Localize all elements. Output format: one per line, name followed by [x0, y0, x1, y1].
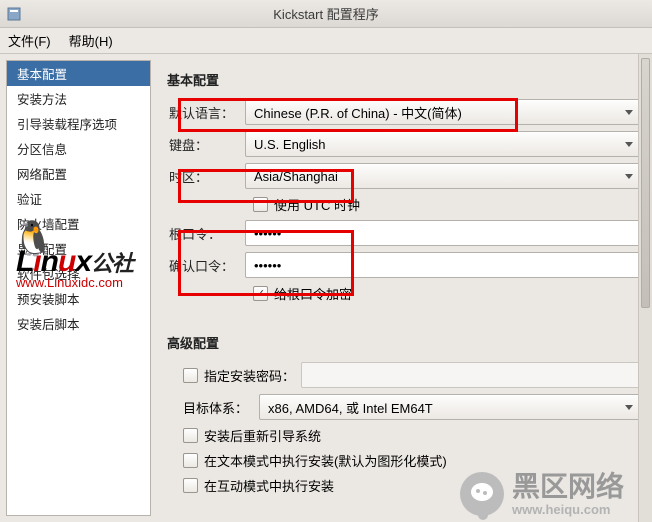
- textmode-checkbox[interactable]: [183, 453, 198, 468]
- sidebar-item-postinstall[interactable]: 安装后脚本: [7, 311, 150, 336]
- menu-file[interactable]: 文件(F): [8, 31, 51, 50]
- timezone-value: Asia/Shanghai: [254, 169, 338, 184]
- app-icon: [6, 6, 22, 22]
- chevron-down-icon: [625, 174, 633, 179]
- sidebar-item-partition[interactable]: 分区信息: [7, 136, 150, 161]
- target-arch-value: x86, AMD64, 或 Intel EM64T: [268, 398, 433, 417]
- keyboard-label: 键盘：: [163, 135, 245, 154]
- sidebar-item-firewall[interactable]: 防火墙配置: [7, 211, 150, 236]
- encrypt-label: 给根口令加密: [274, 284, 352, 303]
- rootpw-input[interactable]: [245, 220, 642, 246]
- sidebar-item-install-method[interactable]: 安装方法: [7, 86, 150, 111]
- checkbox-icon[interactable]: [253, 286, 268, 301]
- textmode-label: 在文本模式中执行安装(默认为图形化模式): [204, 451, 447, 470]
- rootpw-label: 根口令：: [163, 224, 245, 243]
- confirmpw-input[interactable]: [245, 252, 642, 278]
- default-language-label: 默认语言：: [163, 103, 245, 122]
- timezone-select[interactable]: Asia/Shanghai: [245, 163, 642, 189]
- default-language-select[interactable]: Chinese (P.R. of China) - 中文(简体): [245, 99, 642, 125]
- interactive-checkbox[interactable]: [183, 478, 198, 493]
- target-arch-label: 目标体系：: [183, 398, 253, 417]
- install-pw-input[interactable]: [301, 362, 642, 388]
- interactive-label: 在互动模式中执行安装: [204, 476, 334, 495]
- target-arch-select[interactable]: x86, AMD64, 或 Intel EM64T: [259, 394, 642, 420]
- section-advanced-title: 高级配置: [167, 333, 642, 352]
- chevron-down-icon: [625, 110, 633, 115]
- menu-help[interactable]: 帮助(H): [69, 31, 113, 50]
- section-basic-title: 基本配置: [167, 70, 642, 89]
- default-language-value: Chinese (P.R. of China) - 中文(简体): [254, 103, 462, 122]
- checkbox-icon[interactable]: [253, 197, 268, 212]
- keyboard-value: U.S. English: [254, 137, 326, 152]
- sidebar-item-auth[interactable]: 验证: [7, 186, 150, 211]
- titlebar: Kickstart 配置程序: [0, 0, 652, 28]
- menubar: 文件(F) 帮助(H): [0, 28, 652, 54]
- sidebar-item-basic-config[interactable]: 基本配置: [7, 61, 150, 86]
- window-title: Kickstart 配置程序: [273, 4, 378, 23]
- timezone-label: 时区：: [163, 167, 245, 186]
- reboot-checkbox[interactable]: [183, 428, 198, 443]
- sidebar-item-display[interactable]: 显示配置: [7, 236, 150, 261]
- chevron-down-icon: [625, 405, 633, 410]
- sidebar-item-packages[interactable]: 软件包选择: [7, 261, 150, 286]
- encrypt-checkbox-row[interactable]: 给根口令加密: [253, 284, 642, 303]
- utc-label: 使用 UTC 时钟: [274, 195, 360, 214]
- scrollbar-thumb[interactable]: [641, 58, 650, 308]
- sidebar-item-bootloader[interactable]: 引导装载程序选项: [7, 111, 150, 136]
- vertical-scrollbar[interactable]: [638, 54, 652, 522]
- chevron-down-icon: [625, 142, 633, 147]
- install-pw-checkbox[interactable]: [183, 368, 198, 383]
- utc-checkbox-row[interactable]: 使用 UTC 时钟: [253, 195, 642, 214]
- keyboard-select[interactable]: U.S. English: [245, 131, 642, 157]
- sidebar-item-preinstall[interactable]: 预安装脚本: [7, 286, 150, 311]
- reboot-label: 安装后重新引导系统: [204, 426, 321, 445]
- confirmpw-label: 确认口令：: [163, 256, 245, 275]
- main-panel: 基本配置 默认语言： Chinese (P.R. of China) - 中文(…: [151, 54, 652, 522]
- sidebar-item-network[interactable]: 网络配置: [7, 161, 150, 186]
- confirmpw-field[interactable]: [254, 253, 633, 277]
- install-pw-label: 指定安装密码：: [204, 366, 295, 385]
- rootpw-field[interactable]: [254, 221, 633, 245]
- sidebar: 基本配置 安装方法 引导装载程序选项 分区信息 网络配置 验证 防火墙配置 显示…: [6, 60, 151, 516]
- install-pw-field[interactable]: [310, 363, 633, 387]
